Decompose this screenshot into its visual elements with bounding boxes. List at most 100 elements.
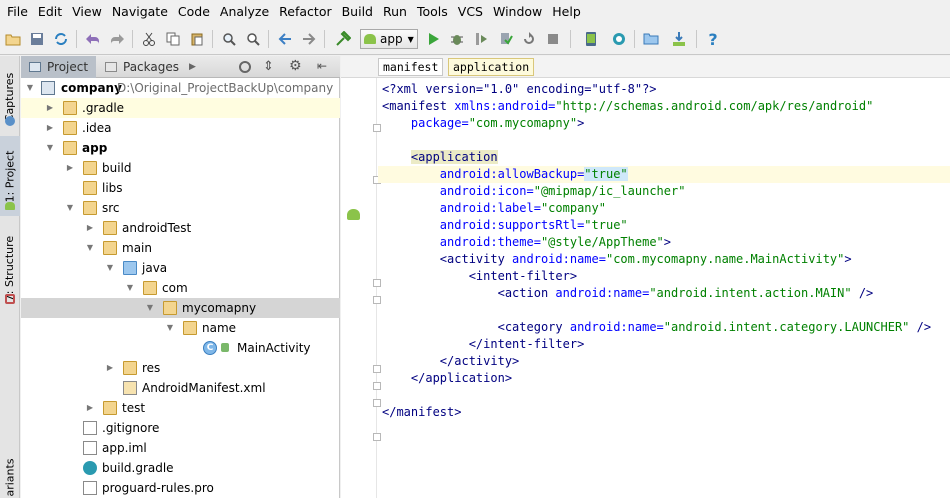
tree-item-androidmanifest[interactable]: AndroidManifest.xml	[21, 378, 340, 398]
package-icon	[163, 301, 177, 315]
sync-gradle-icon[interactable]	[610, 30, 628, 48]
replace-icon[interactable]	[244, 30, 262, 48]
code-token: </application>	[410, 371, 513, 385]
tree-item-gitignore[interactable]: .gitignore	[21, 418, 340, 438]
collapsed-arrow-icon[interactable]: ▶	[65, 158, 75, 178]
attach-debugger-icon[interactable]	[472, 30, 490, 48]
gear-icon[interactable]: ⚙	[289, 58, 302, 74]
code-line: <action android:name="android.intent.act…	[378, 285, 950, 302]
run-icon[interactable]	[424, 30, 442, 48]
tree-item-proguard-rules[interactable]: proguard-rules.pro	[21, 478, 340, 498]
coverage-icon[interactable]	[496, 30, 514, 48]
undo-icon[interactable]	[84, 30, 102, 48]
collapsed-arrow-icon[interactable]: ▶	[85, 398, 95, 418]
package-icon	[143, 281, 157, 295]
forward-icon[interactable]	[300, 30, 318, 48]
tree-item-label: build.gradle	[102, 461, 174, 475]
tree-item-app-module[interactable]: ▼ app	[21, 138, 340, 158]
tree-item-build-folder[interactable]: ▶ build	[21, 158, 340, 178]
paste-icon[interactable]	[188, 30, 206, 48]
android-launcher-gutter-icon[interactable]	[347, 209, 360, 220]
tree-item-company[interactable]: ▼ company D:\Original_ProjectBackUp\comp…	[21, 78, 340, 98]
tab-build-variants[interactable]: ariants	[0, 456, 20, 498]
help-icon[interactable]: ?	[704, 30, 722, 49]
collapsed-arrow-icon[interactable]: ▶	[105, 358, 115, 378]
breadcrumb: manifest application	[341, 56, 950, 78]
menu-vcs[interactable]: VCS	[453, 0, 488, 24]
avd-manager-icon[interactable]	[582, 30, 600, 48]
expanded-arrow-icon[interactable]: ▼	[105, 258, 115, 278]
tree-item-src-folder[interactable]: ▼ src	[21, 198, 340, 218]
expanded-arrow-icon[interactable]: ▼	[25, 78, 35, 98]
menu-tools[interactable]: Tools	[412, 0, 453, 24]
captures-tab-label: Captures	[3, 72, 17, 122]
menu-run[interactable]: Run	[378, 0, 412, 24]
expanded-arrow-icon[interactable]: ▼	[65, 198, 75, 218]
sync-icon[interactable]	[52, 30, 70, 48]
save-icon[interactable]	[28, 30, 46, 48]
tab-project-view[interactable]: Project	[21, 56, 96, 78]
project-structure-icon[interactable]	[642, 30, 660, 48]
tab-packages-view[interactable]: Packages ▶	[101, 56, 196, 78]
menu-file[interactable]: File	[2, 0, 33, 24]
tree-item-name-package[interactable]: ▼ name	[21, 318, 340, 338]
project-path: D:\Original_ProjectBackUp\company	[117, 81, 334, 95]
collapse-all-icon[interactable]: ⇕	[263, 59, 274, 74]
tree-item-idea-folder[interactable]: ▶ .idea	[21, 118, 340, 138]
tree-item-gradle-folder[interactable]: ▶ .gradle	[21, 98, 340, 118]
expanded-arrow-icon[interactable]: ▼	[85, 238, 95, 258]
back-icon[interactable]	[276, 30, 294, 48]
redo-icon[interactable]	[108, 30, 126, 48]
resource-folder-icon	[123, 361, 137, 375]
breadcrumb-application[interactable]: application	[448, 58, 535, 76]
open-folder-icon[interactable]	[4, 30, 22, 48]
menu-edit[interactable]: Edit	[33, 0, 67, 24]
tree-item-app-iml[interactable]: app.iml	[21, 438, 340, 458]
expanded-arrow-icon[interactable]: ▼	[125, 278, 135, 298]
menu-bar: File Edit View Navigate Code Analyze Ref…	[0, 0, 950, 24]
run-configuration-select[interactable]: app ▼	[360, 29, 418, 49]
tree-item-res-folder[interactable]: ▶ res	[21, 358, 340, 378]
stop-icon[interactable]	[544, 30, 562, 48]
tree-item-mainactivity[interactable]: C MainActivity	[21, 338, 340, 358]
copy-icon[interactable]	[164, 30, 182, 48]
code-token: "android.intent.action.MAIN"	[649, 286, 852, 300]
tree-item-androidtest-folder[interactable]: ▶ androidTest	[21, 218, 340, 238]
menu-help[interactable]: Help	[547, 0, 586, 24]
breadcrumb-manifest[interactable]: manifest	[378, 58, 444, 76]
debug-icon[interactable]	[448, 30, 466, 48]
menu-refactor[interactable]: Refactor	[274, 0, 336, 24]
cut-icon[interactable]	[140, 30, 158, 48]
tree-item-mycomapny-package[interactable]: ▼ mycomapny	[21, 298, 340, 318]
folder-icon	[63, 121, 77, 135]
tree-item-libs-folder[interactable]: libs	[21, 178, 340, 198]
menu-build[interactable]: Build	[337, 0, 378, 24]
tree-item-test-folder[interactable]: ▶ test	[21, 398, 340, 418]
tree-item-java-folder[interactable]: ▼ java	[21, 258, 340, 278]
make-project-icon[interactable]	[334, 30, 352, 48]
code-token: <category	[497, 320, 570, 334]
code-area[interactable]: <?xml version="1.0" encoding="utf-8"?> <…	[378, 78, 950, 498]
tree-item-main-folder[interactable]: ▼ main	[21, 238, 340, 258]
expanded-arrow-icon[interactable]: ▼	[145, 298, 155, 318]
collapsed-arrow-icon[interactable]: ▶	[85, 218, 95, 238]
rerun-icon[interactable]	[520, 30, 538, 48]
menu-analyze[interactable]: Analyze	[215, 0, 274, 24]
scroll-from-source-icon[interactable]	[239, 61, 251, 73]
menu-view[interactable]: View	[67, 0, 107, 24]
tree-item-com-package[interactable]: ▼ com	[21, 278, 340, 298]
expanded-arrow-icon[interactable]: ▼	[165, 318, 175, 338]
menu-navigate[interactable]: Navigate	[107, 0, 173, 24]
menu-window[interactable]: Window	[488, 0, 547, 24]
tree-item-label: proguard-rules.pro	[102, 481, 214, 495]
tree-item-build-gradle[interactable]: build.gradle	[21, 458, 340, 478]
menu-code[interactable]: Code	[173, 0, 215, 24]
expanded-arrow-icon[interactable]: ▼	[45, 138, 55, 158]
collapsed-arrow-icon[interactable]: ▶	[45, 118, 55, 138]
collapsed-arrow-icon[interactable]: ▶	[45, 98, 55, 118]
hide-panel-icon[interactable]: ⇤	[317, 59, 327, 73]
toolbar-divider	[324, 30, 325, 48]
find-icon[interactable]	[220, 30, 238, 48]
chevron-down-icon: ▼	[407, 34, 414, 44]
sdk-manager-icon[interactable]	[670, 30, 688, 48]
